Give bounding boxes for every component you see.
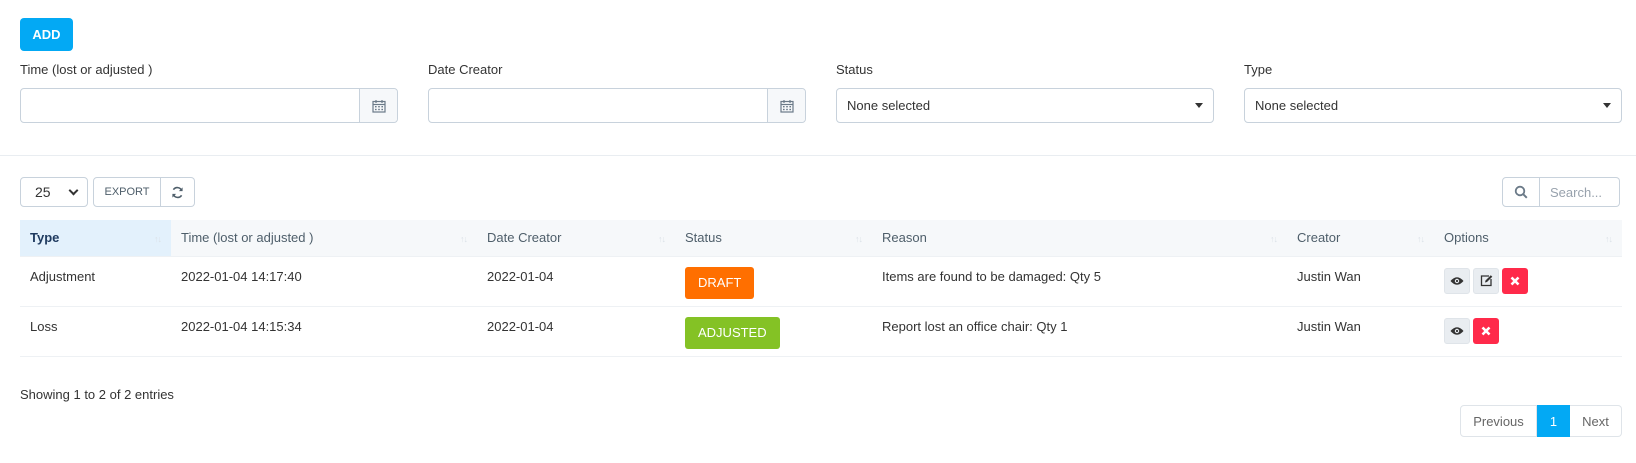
cell-time: 2022-01-04 14:15:34 [171, 306, 477, 357]
view-button[interactable] [1444, 317, 1470, 344]
previous-page-button[interactable]: Previous [1460, 405, 1537, 437]
column-header-options[interactable]: Options ↑↓ [1434, 220, 1622, 257]
date-creator-filter-field [428, 88, 806, 123]
cell-status: DRAFT [675, 256, 872, 307]
cell-options [1434, 256, 1622, 307]
table-row: Loss 2022-01-04 14:15:34 2022-01-04 ADJU… [20, 306, 1622, 357]
type-filter-value: None selected [1255, 98, 1339, 113]
search-icon[interactable] [1502, 177, 1540, 207]
column-header-status[interactable]: Status ↑↓ [675, 220, 872, 257]
column-header-creator[interactable]: Creator ↑↓ [1287, 220, 1434, 257]
close-icon [1510, 276, 1520, 285]
status-filter-value: None selected [847, 98, 931, 113]
column-header-date-creator[interactable]: Date Creator ↑↓ [477, 220, 675, 257]
cell-status: ADJUSTED [675, 306, 872, 357]
cell-time: 2022-01-04 14:17:40 [171, 256, 477, 307]
edit-icon [1480, 275, 1492, 287]
cell-type: Loss [20, 306, 171, 357]
refresh-icon [172, 186, 183, 198]
cell-type: Adjustment [20, 256, 171, 307]
page-length-value: 25 [35, 184, 51, 200]
table-row: Adjustment 2022-01-04 14:17:40 2022-01-0… [20, 256, 1622, 307]
cell-reason: Report lost an office chair: Qty 1 [872, 306, 1287, 357]
export-button[interactable]: EXPORT [93, 177, 161, 207]
table-info: Showing 1 to 2 of 2 entries [20, 387, 174, 402]
type-filter-select[interactable]: None selected [1244, 88, 1622, 123]
delete-button[interactable] [1502, 267, 1528, 294]
table-actions: EXPORT [93, 177, 195, 207]
calendar-icon[interactable] [767, 89, 805, 122]
cell-date-creator: 2022-01-04 [477, 306, 675, 357]
time-filter-field [20, 88, 398, 123]
data-table: Type ↑↓ Time (lost or adjusted ) ↑↓ Date C… [20, 220, 1622, 357]
status-badge: DRAFT [685, 266, 755, 299]
cell-creator: Justin Wan [1287, 256, 1434, 307]
page-length-select[interactable]: 25 [20, 177, 88, 207]
table-search [1502, 177, 1620, 207]
cell-reason: Items are found to be damaged: Qty 5 [872, 256, 1287, 307]
date-creator-filter-input[interactable] [429, 89, 767, 122]
view-button[interactable] [1444, 267, 1470, 294]
section-divider [0, 155, 1636, 156]
chevron-down-icon [68, 185, 79, 195]
time-filter-label: Time (lost or adjusted ) [20, 62, 153, 77]
type-filter-label: Type [1244, 62, 1273, 77]
refresh-button[interactable] [161, 177, 195, 207]
status-filter-select[interactable]: None selected [836, 88, 1214, 123]
delete-button[interactable] [1473, 317, 1499, 344]
eye-icon [1450, 276, 1464, 285]
date-creator-filter-label: Date Creator [428, 62, 503, 77]
table-header-row: Type ↑↓ Time (lost or adjusted ) ↑↓ Date C… [20, 220, 1622, 257]
cell-date-creator: 2022-01-04 [477, 256, 675, 307]
time-filter-input[interactable] [21, 89, 359, 122]
calendar-icon[interactable] [359, 89, 397, 122]
pagination: Previous 1 Next [1460, 405, 1622, 437]
caret-down-icon [1195, 103, 1203, 108]
column-header-time[interactable]: Time (lost or adjusted ) ↑↓ [171, 220, 477, 257]
cell-options [1434, 306, 1622, 357]
search-input[interactable] [1540, 177, 1620, 207]
caret-down-icon [1603, 103, 1611, 108]
next-page-button[interactable]: Next [1570, 405, 1622, 437]
column-header-type[interactable]: Type ↑↓ [20, 220, 171, 257]
status-filter-label: Status [836, 62, 873, 77]
add-button[interactable]: ADD [20, 18, 73, 51]
column-header-reason[interactable]: Reason ↑↓ [872, 220, 1287, 257]
page-1-button[interactable]: 1 [1537, 405, 1570, 437]
cell-creator: Justin Wan [1287, 306, 1434, 357]
eye-icon [1450, 326, 1464, 335]
status-badge: ADJUSTED [685, 316, 780, 349]
close-icon [1481, 326, 1491, 335]
edit-button[interactable] [1473, 267, 1499, 294]
